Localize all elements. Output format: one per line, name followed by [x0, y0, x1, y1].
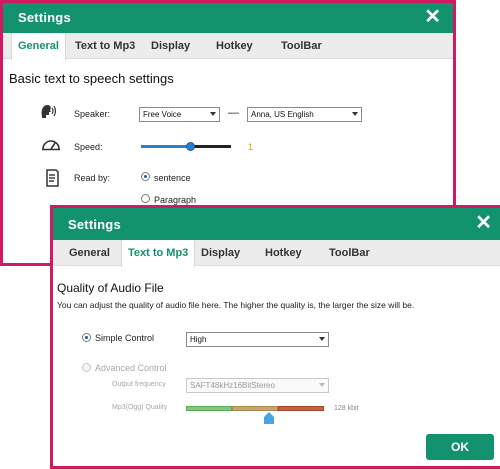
- output-frequency-label: Output frequency: [112, 381, 166, 388]
- separator-dash: —: [228, 107, 239, 119]
- output-frequency-select[interactable]: SAFT48kHz16BitStereo: [186, 378, 329, 393]
- settings-window-text-to-mp3: Settings ✕ General Text to Mp3 Display H…: [50, 205, 500, 469]
- tab-hotkey[interactable]: Hotkey: [216, 33, 253, 59]
- quality-band-high: [278, 406, 324, 411]
- simple-quality-value: High: [190, 335, 207, 344]
- speaker-voice-select[interactable]: Anna, US English: [247, 107, 362, 122]
- mp3-quality-value: 128 kbit: [334, 405, 359, 412]
- section-heading: Quality of Audio File: [57, 281, 164, 295]
- tab-toolbar[interactable]: ToolBar: [329, 240, 370, 266]
- tab-hotkey[interactable]: Hotkey: [265, 240, 302, 266]
- speedometer-icon: [41, 137, 61, 156]
- quality-description: You can adjust the quality of audio file…: [57, 300, 415, 310]
- advanced-control-label: Advanced Control: [95, 363, 167, 373]
- readby-paragraph-label: Paragraph: [154, 195, 197, 205]
- title-bar: Settings ✕: [3, 3, 453, 33]
- tab-bar: General Text to Mp3 Display Hotkey ToolB…: [3, 33, 453, 60]
- advanced-control-radio[interactable]: [82, 363, 91, 372]
- chevron-down-icon: [352, 112, 358, 116]
- tab-general[interactable]: General: [11, 33, 66, 60]
- chevron-down-icon: [319, 337, 325, 341]
- mp3-quality-slider[interactable]: [186, 406, 324, 424]
- chevron-down-icon: [210, 112, 216, 116]
- quality-band-low: [186, 406, 232, 411]
- ok-button[interactable]: OK: [426, 434, 494, 460]
- speaker-engine-value: Free Voice: [143, 110, 182, 119]
- speed-slider-handle[interactable]: [186, 142, 195, 151]
- document-icon: [44, 169, 60, 192]
- tab-display[interactable]: Display: [151, 33, 190, 59]
- speaker-label: Speaker:: [74, 109, 111, 119]
- speed-slider[interactable]: [141, 142, 231, 151]
- window-title: Settings: [68, 217, 121, 232]
- readby-sentence-label: sentence: [154, 173, 191, 183]
- close-icon[interactable]: ✕: [475, 212, 492, 234]
- section-heading: Basic text to speech settings: [9, 71, 174, 86]
- speed-slider-track: [191, 145, 231, 148]
- tab-text-to-mp3[interactable]: Text to Mp3: [75, 33, 135, 59]
- tab-display[interactable]: Display: [201, 240, 240, 266]
- readby-sentence-radio[interactable]: [141, 172, 150, 181]
- speed-label: Speed:: [74, 142, 103, 152]
- close-icon[interactable]: ✕: [424, 6, 441, 28]
- tab-bar: General Text to Mp3 Display Hotkey ToolB…: [53, 240, 500, 267]
- mp3-quality-handle[interactable]: [264, 411, 274, 424]
- speed-slider-fill: [141, 145, 191, 148]
- simple-control-label: Simple Control: [95, 333, 155, 343]
- simple-control-radio[interactable]: [82, 333, 91, 342]
- tab-general[interactable]: General: [69, 240, 110, 266]
- chevron-down-icon: [319, 383, 325, 387]
- speaker-engine-select[interactable]: Free Voice: [139, 107, 220, 122]
- simple-quality-select[interactable]: High: [186, 332, 329, 347]
- speed-value: 1: [248, 142, 254, 152]
- output-frequency-value: SAFT48kHz16BitStereo: [190, 381, 275, 390]
- tab-text-to-mp3[interactable]: Text to Mp3: [121, 240, 196, 267]
- mp3-quality-label: Mp3(Ogg) Quality: [112, 404, 168, 411]
- title-bar: Settings ✕: [53, 208, 500, 240]
- speaker-voice-value: Anna, US English: [251, 110, 314, 119]
- window-title: Settings: [18, 10, 71, 25]
- speaking-head-icon: [39, 102, 57, 125]
- readby-paragraph-radio[interactable]: [141, 194, 150, 203]
- tab-toolbar[interactable]: ToolBar: [281, 33, 322, 59]
- readby-label: Read by:: [74, 173, 111, 183]
